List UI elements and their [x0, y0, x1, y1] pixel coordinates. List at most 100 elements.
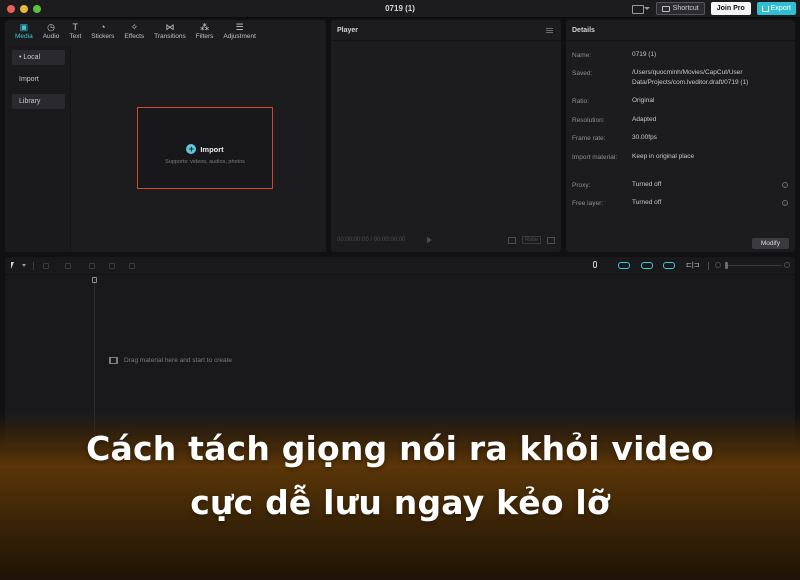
detail-value-resolution: Adapted [632, 116, 657, 123]
filters-icon: ⁂ [200, 22, 210, 32]
detail-value-saved: /Users/quocminh/Movies/CapCut/User Data/… [632, 69, 749, 86]
zoom-out-icon[interactable] [715, 262, 721, 268]
ratio-button[interactable]: Ratio [522, 236, 541, 244]
tab-label: Audio [42, 33, 60, 40]
detail-label-ratio: Ratio: [572, 98, 589, 105]
detail-value-free-layer: Turned off [632, 199, 662, 206]
import-supports-text: Supports: videos, audios, photos [165, 159, 245, 165]
modify-button[interactable]: Modify [751, 238, 789, 249]
detail-label-import-material: Import material: [572, 154, 618, 161]
tab-text[interactable]: T Text [64, 20, 86, 44]
fullscreen-icon[interactable] [547, 236, 555, 244]
shortcut-label: Shortcut [672, 5, 699, 12]
player-controls: 00:00:00:00 / 00:00:00:00 Ratio [337, 235, 555, 245]
adjustment-icon: ☰ [235, 22, 244, 32]
divider [33, 262, 34, 270]
title-bar-actions: Shortcut Join Pro Export [631, 2, 796, 15]
details-panel: Details Name: 0719 (1) Saved: /Users/quo… [566, 20, 795, 252]
menu-icon[interactable] [546, 28, 553, 33]
divider [566, 40, 795, 41]
join-pro-button[interactable]: Join Pro [710, 2, 751, 15]
play-icon[interactable] [427, 237, 433, 243]
tab-label: Media [15, 33, 33, 40]
undo-icon[interactable] [43, 263, 49, 269]
tab-transitions[interactable]: ⋈ Transitions [149, 20, 191, 44]
banner-line-2: cực dễ lưu ngay kẻo lỡ [190, 483, 610, 522]
redo-icon[interactable] [65, 263, 71, 269]
detail-value-proxy: Turned off [632, 181, 662, 188]
auto-snap-icon[interactable] [641, 262, 653, 269]
media-sidebar: • Local Import Library [5, 46, 71, 252]
crop-icon[interactable] [508, 236, 517, 244]
timeline-toolbar: ⊏|⊐ [5, 257, 795, 275]
detail-value-frame-rate: 30.00fps [632, 134, 657, 141]
detail-label-saved: Saved: [572, 70, 593, 77]
export-button[interactable]: Export [756, 2, 796, 15]
player-right-controls: Ratio [508, 236, 555, 244]
caption-banner: Cách tách giọng nói ra khỏi video cực dễ… [0, 412, 800, 580]
import-dropzone[interactable]: + Import Supports: videos, audios, photo… [137, 107, 273, 189]
tab-label: Text [69, 33, 82, 40]
tab-media[interactable]: ▣ Media [10, 20, 38, 44]
export-icon [761, 5, 769, 12]
split-clip-icon[interactable] [89, 263, 95, 269]
tab-adjustment[interactable]: ☰ Adjustment [218, 20, 261, 44]
tab-label: Stickers [91, 33, 115, 40]
freeze-icon[interactable] [129, 263, 135, 269]
timecode: 00:00:00:00 / 00:00:00:00 [337, 237, 406, 243]
audio-icon: ◷ [47, 22, 55, 32]
detail-label-resolution: Resolution: [572, 117, 605, 124]
detail-value-import-material: Keep in original place [632, 153, 695, 160]
tab-label: Transitions [154, 33, 186, 40]
media-panel: ▣ Media ◷ Audio T Text ◔ Stickers ✧ Effe… [5, 20, 326, 252]
export-label: Export [770, 5, 791, 12]
tab-filters[interactable]: ⁂ Filters [191, 20, 219, 44]
drag-hint-text: Drag material here and start to create [124, 357, 233, 364]
tab-label: Effects [124, 33, 145, 40]
sidebar-item-import[interactable]: Import [12, 72, 65, 87]
detail-label-free-layer: Free layer: [572, 200, 604, 207]
media-body: + Import Supports: videos, audios, photo… [72, 46, 326, 252]
tab-label: Adjustment [223, 33, 256, 40]
layout-icon[interactable] [631, 3, 650, 15]
film-icon [109, 357, 118, 364]
sidebar-item-library[interactable]: Library [12, 94, 65, 109]
detail-value-ratio: Original [632, 97, 655, 104]
media-tabs: ▣ Media ◷ Audio T Text ◔ Stickers ✧ Effe… [5, 20, 326, 44]
text-icon: T [72, 22, 79, 32]
banner-line-1: Cách tách giọng nói ra khỏi video [86, 429, 714, 468]
preview-axis-icon[interactable]: ⊏|⊐ [686, 261, 700, 269]
zoom-slider-handle[interactable] [725, 262, 728, 269]
playhead-handle[interactable] [92, 277, 97, 283]
microphone-icon[interactable] [593, 261, 597, 268]
delete-icon[interactable] [109, 263, 115, 269]
divider [708, 262, 709, 270]
player-title: Player [337, 27, 359, 34]
details-title: Details [572, 27, 595, 34]
chevron-down-icon[interactable] [22, 264, 26, 267]
magnet-icon[interactable] [618, 262, 630, 269]
shortcut-button[interactable]: Shortcut [655, 2, 705, 15]
linkage-icon[interactable] [663, 262, 675, 269]
detail-label-proxy: Proxy: [572, 182, 591, 189]
keyboard-icon [661, 5, 670, 12]
tab-effects[interactable]: ✧ Effects [119, 20, 149, 44]
media-icon: ▣ [19, 22, 29, 32]
title-bar: 0719 (1) Shortcut Join Pro Export [0, 0, 800, 18]
effects-icon: ✧ [130, 22, 139, 32]
info-icon[interactable]: i [782, 200, 788, 206]
stickers-icon: ◔ [100, 22, 106, 32]
transitions-icon: ⋈ [165, 22, 175, 32]
detail-label-frame-rate: Frame rate: [572, 135, 606, 142]
tab-stickers[interactable]: ◔ Stickers [86, 20, 119, 44]
sidebar-item-local[interactable]: • Local [12, 50, 65, 65]
zoom-in-icon[interactable] [784, 262, 790, 268]
select-cursor-icon[interactable] [11, 262, 17, 269]
zoom-slider-track[interactable] [727, 265, 782, 266]
detail-value-name: 0719 (1) [632, 51, 657, 58]
tab-audio[interactable]: ◷ Audio [38, 20, 65, 44]
player-panel: Player 00:00:00:00 / 00:00:00:00 Ratio [331, 20, 561, 252]
info-icon[interactable]: i [782, 182, 788, 188]
timeline-drop-hint[interactable]: Drag material here and start to create [109, 357, 232, 364]
plus-icon: + [186, 144, 197, 154]
